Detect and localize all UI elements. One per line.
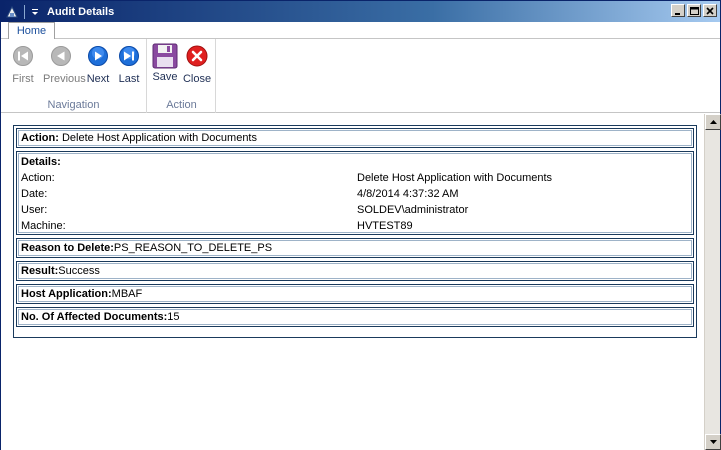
details-key: User: <box>21 204 48 216</box>
close-label: Close <box>182 73 212 85</box>
reason-label: Reason to Delete: <box>21 242 114 254</box>
arrow-right-icon <box>87 45 109 67</box>
save-button[interactable]: Save <box>147 43 183 83</box>
result-section: Result:Success <box>16 261 694 281</box>
window-controls <box>671 4 717 17</box>
ribbon-tab-strip: Home <box>1 22 720 40</box>
floppy-disk-icon <box>152 43 178 69</box>
reason-value: PS_REASON_TO_DELETE_PS <box>113 242 273 254</box>
maximize-button[interactable] <box>687 4 701 17</box>
affected-documents-value: 15 <box>167 311 180 323</box>
host-application-label: Host Application: <box>21 288 112 300</box>
chevron-down-icon <box>709 440 717 444</box>
host-application-value: MBAF <box>111 288 143 300</box>
title-separator <box>24 4 25 19</box>
details-row: User: SOLDEV\administrator <box>21 202 689 218</box>
audit-details-window: Audit Details Home First Previous Next L… <box>0 0 721 450</box>
title-bar: Audit Details <box>1 1 720 22</box>
action-value: Delete Host Application with Documents <box>58 132 257 144</box>
chevron-up-icon <box>709 120 717 124</box>
previous-button[interactable]: Previous <box>43 45 86 85</box>
details-row: Date: 4/8/2014 4:37:32 AM <box>21 186 689 202</box>
details-value: Delete Host Application with Documents <box>357 172 553 184</box>
navigation-group-label: Navigation <box>47 99 100 111</box>
result-value: Success <box>58 265 100 277</box>
action-label: Action: <box>21 132 59 144</box>
details-row: Machine: HVTEST89 <box>21 218 689 234</box>
details-value: HVTEST89 <box>357 220 413 232</box>
reason-section: Reason to Delete:PS_REASON_TO_DELETE_PS <box>16 238 694 258</box>
details-row: Action: Delete Host Application with Doc… <box>21 170 689 186</box>
quick-access-dropdown-icon[interactable] <box>29 5 41 19</box>
details-key: Machine: <box>21 220 66 232</box>
close-circle-icon <box>186 45 208 67</box>
app-icon[interactable] <box>4 4 20 20</box>
action-group-label: Action <box>166 99 197 111</box>
details-key: Action: <box>21 172 55 184</box>
details-section: Details: Action: Delete Host Application… <box>16 151 694 235</box>
first-label: First <box>12 73 34 85</box>
action-group: Save Close Action <box>148 39 216 113</box>
details-value: SOLDEV\administrator <box>357 204 469 216</box>
previous-label: Previous <box>43 73 86 85</box>
affected-documents-section: No. Of Affected Documents:15 <box>16 307 694 327</box>
window-title: Audit Details <box>47 5 115 18</box>
details-header: Details: <box>21 156 61 168</box>
host-application-section: Host Application:MBAF <box>16 284 694 304</box>
audit-details-panel: Action: Delete Host Application with Doc… <box>13 125 697 338</box>
scroll-up-button[interactable] <box>705 114 721 130</box>
arrow-left-icon <box>50 45 72 67</box>
ribbon: First Previous Next Last Navigation Save… <box>1 39 720 113</box>
close-button[interactable]: Close <box>179 45 215 85</box>
close-window-button[interactable] <box>703 4 717 17</box>
affected-documents-label: No. Of Affected Documents: <box>21 311 168 323</box>
result-label: Result: <box>21 265 59 277</box>
scroll-down-button[interactable] <box>705 434 721 450</box>
tab-home[interactable]: Home <box>8 22 55 40</box>
skip-back-icon <box>12 45 34 67</box>
save-label: Save <box>152 71 178 83</box>
action-section: Action: Delete Host Application with Doc… <box>16 128 694 148</box>
last-label: Last <box>118 73 140 85</box>
vertical-scrollbar[interactable] <box>704 114 721 450</box>
minimize-button[interactable] <box>671 4 685 17</box>
first-button[interactable]: First <box>5 45 41 85</box>
skip-forward-icon <box>118 45 140 67</box>
navigation-group: First Previous Next Last Navigation <box>1 39 147 113</box>
audit-content: Action: Delete Host Application with Doc… <box>1 114 704 450</box>
details-key: Date: <box>21 188 48 200</box>
last-button[interactable]: Last <box>111 45 147 85</box>
details-value: 4/8/2014 4:37:32 AM <box>357 188 459 200</box>
